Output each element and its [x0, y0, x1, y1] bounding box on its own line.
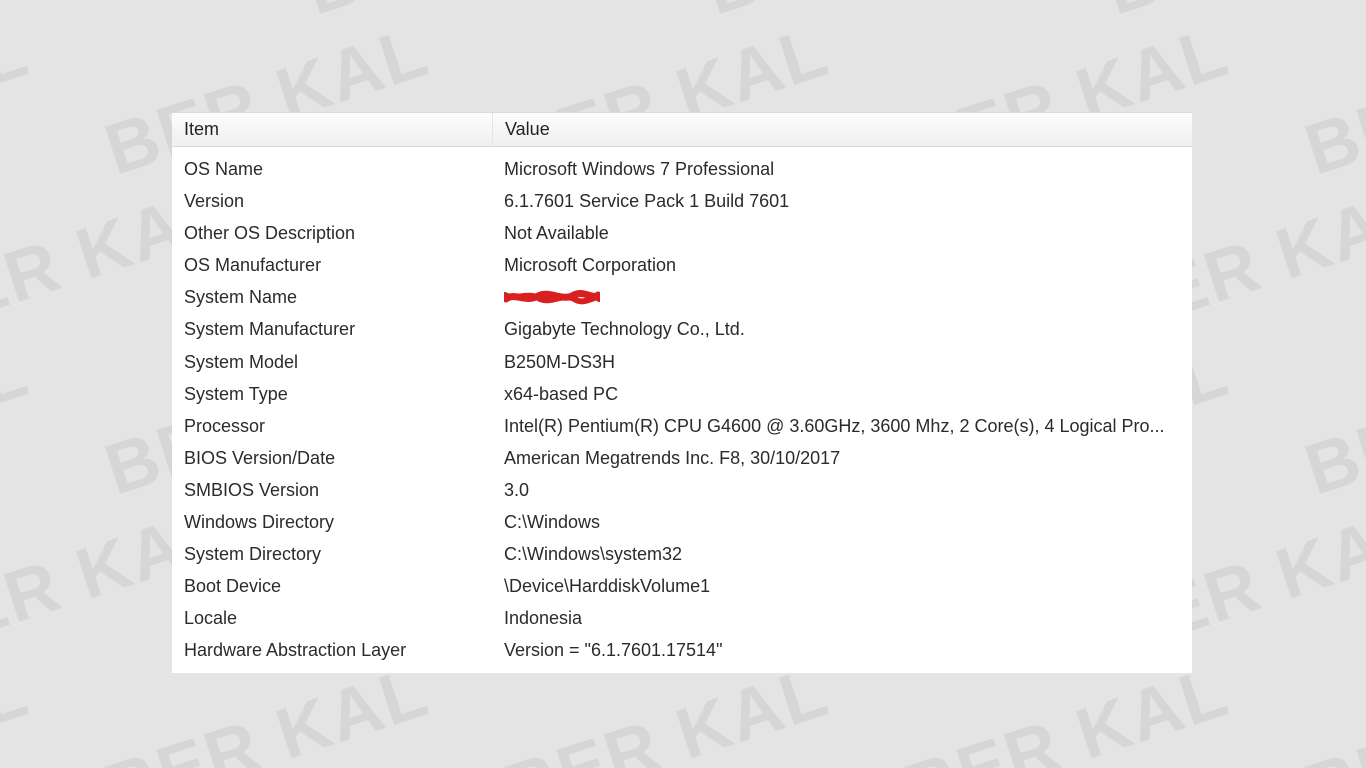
watermark-text: BER KAL [1296, 650, 1366, 768]
cell-value: B250M-DS3H [492, 349, 1192, 375]
cell-value: 6.1.7601 Service Pack 1 Build 7601 [492, 188, 1192, 214]
table-row[interactable]: LocaleIndonesia [172, 602, 1192, 634]
table-row[interactable]: OS NameMicrosoft Windows 7 Professional [172, 153, 1192, 185]
cell-value [492, 284, 1192, 310]
cell-item: Locale [172, 605, 492, 631]
system-info-panel: Item Value OS NameMicrosoft Windows 7 Pr… [172, 112, 1192, 673]
cell-item: System Manufacturer [172, 316, 492, 342]
cell-value: Indonesia [492, 605, 1192, 631]
watermark-text: BER KAL [1296, 330, 1366, 511]
table-header-row[interactable]: Item Value [172, 112, 1192, 147]
table-row[interactable]: ProcessorIntel(R) Pentium(R) CPU G4600 @… [172, 410, 1192, 442]
cell-item: Boot Device [172, 573, 492, 599]
cell-item: Windows Directory [172, 509, 492, 535]
cell-value: Version = "6.1.7601.17514" [492, 637, 1192, 663]
table-row[interactable]: System DirectoryC:\Windows\system32 [172, 538, 1192, 570]
cell-item: OS Name [172, 156, 492, 182]
cell-value: x64-based PC [492, 381, 1192, 407]
table-row[interactable]: System Name [172, 281, 1192, 313]
column-header-value[interactable]: Value [493, 113, 1192, 146]
watermark-text: BER KAL [0, 330, 38, 511]
table-row[interactable]: System ModelB250M-DS3H [172, 346, 1192, 378]
cell-value: American Megatrends Inc. F8, 30/10/2017 [492, 445, 1192, 471]
table-row[interactable]: System Typex64-based PC [172, 378, 1192, 410]
table-row[interactable]: SMBIOS Version3.0 [172, 474, 1192, 506]
table-row[interactable]: OS ManufacturerMicrosoft Corporation [172, 249, 1192, 281]
watermark-text: BER KAL [1096, 0, 1366, 32]
cell-item: System Directory [172, 541, 492, 567]
cell-item: System Model [172, 349, 492, 375]
cell-item: Processor [172, 413, 492, 439]
table-row[interactable]: BIOS Version/DateAmerican Megatrends Inc… [172, 442, 1192, 474]
cell-item: Hardware Abstraction Layer [172, 637, 492, 663]
watermark-text: BER KAL [1296, 10, 1366, 191]
cell-value: Gigabyte Technology Co., Ltd. [492, 316, 1192, 342]
watermark-text: BER KAL [696, 0, 1039, 32]
cell-value: C:\Windows [492, 509, 1192, 535]
cell-value: Not Available [492, 220, 1192, 246]
cell-item: BIOS Version/Date [172, 445, 492, 471]
table-row[interactable]: System ManufacturerGigabyte Technology C… [172, 313, 1192, 345]
cell-item: OS Manufacturer [172, 252, 492, 278]
column-header-item[interactable]: Item [172, 113, 493, 146]
cell-value: 3.0 [492, 477, 1192, 503]
table-row[interactable]: Windows DirectoryC:\Windows [172, 506, 1192, 538]
cell-value: Intel(R) Pentium(R) CPU G4600 @ 3.60GHz,… [492, 413, 1192, 439]
cell-value: Microsoft Corporation [492, 252, 1192, 278]
cell-value: C:\Windows\system32 [492, 541, 1192, 567]
table-row[interactable]: Other OS DescriptionNot Available [172, 217, 1192, 249]
redacted-text-icon [504, 289, 600, 305]
cell-item: System Name [172, 284, 492, 310]
table-row[interactable]: Hardware Abstraction LayerVersion = "6.1… [172, 634, 1192, 666]
table-row[interactable]: Version6.1.7601 Service Pack 1 Build 760… [172, 185, 1192, 217]
watermark-text: BER KAL [0, 650, 38, 768]
cell-item: System Type [172, 381, 492, 407]
cell-item: SMBIOS Version [172, 477, 492, 503]
cell-value: Microsoft Windows 7 Professional [492, 156, 1192, 182]
watermark-text: BER KAL [296, 0, 639, 32]
watermark-text: BER KAL [0, 0, 238, 32]
table-row[interactable]: Boot Device\Device\HarddiskVolume1 [172, 570, 1192, 602]
cell-value: \Device\HarddiskVolume1 [492, 573, 1192, 599]
table-body: OS NameMicrosoft Windows 7 ProfessionalV… [172, 147, 1192, 673]
watermark-text: BER KAL [0, 10, 38, 191]
cell-item: Version [172, 188, 492, 214]
cell-item: Other OS Description [172, 220, 492, 246]
